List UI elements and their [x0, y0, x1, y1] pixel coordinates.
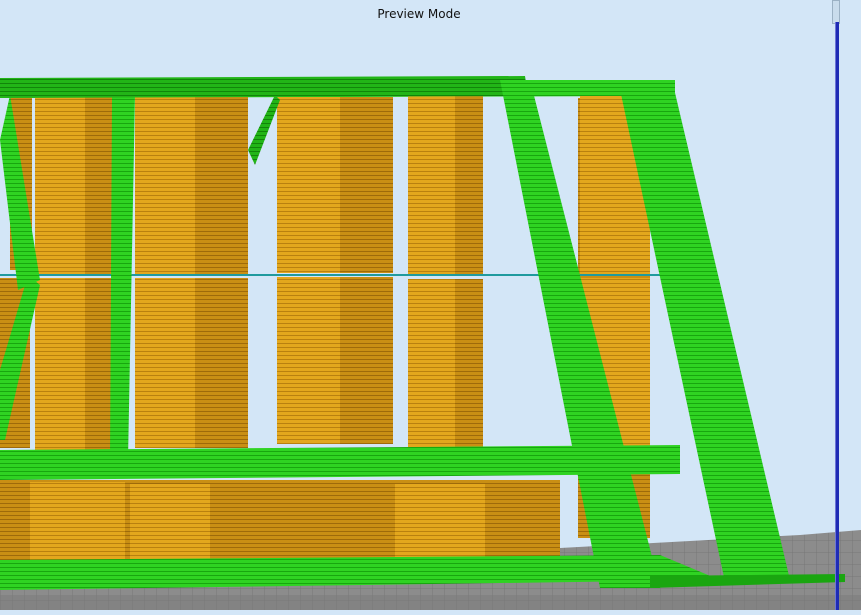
- 3d-preview-viewport[interactable]: Preview Mode: [0, 0, 861, 610]
- toolpath-preview: [0, 76, 861, 610]
- layer-slider-track[interactable]: [835, 22, 839, 610]
- model-block: [485, 486, 545, 548]
- support-diagonal: [248, 95, 280, 165]
- support-column-left: [110, 95, 135, 460]
- layer-slider-top-handle[interactable]: [832, 0, 840, 24]
- layer-slider[interactable]: [832, 0, 840, 610]
- support-rail-top-front: [0, 76, 528, 98]
- model-block: [395, 484, 485, 564]
- model-block: [30, 482, 125, 572]
- preview-mode-label: Preview Mode: [377, 7, 461, 21]
